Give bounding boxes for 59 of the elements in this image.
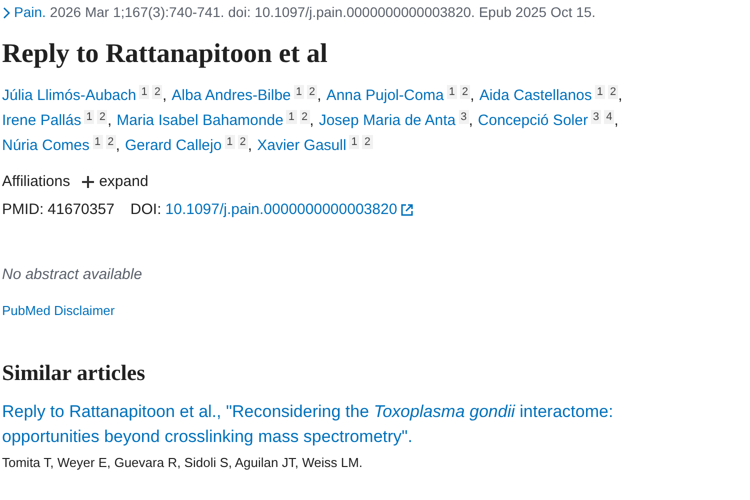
affiliation-number[interactable]: 1 bbox=[84, 110, 94, 124]
author-link[interactable]: Aida Castellanos bbox=[479, 83, 592, 108]
affiliation-number[interactable]: 3 bbox=[458, 110, 469, 124]
author-link[interactable]: Concepció Soler bbox=[478, 108, 588, 133]
comma: , bbox=[618, 86, 622, 106]
comma: , bbox=[470, 86, 474, 106]
affiliation-number[interactable]: 1 bbox=[349, 134, 360, 148]
plus-icon bbox=[82, 176, 94, 188]
doi-link[interactable]: 10.1097/j.pain.0000000000003820 bbox=[165, 198, 398, 222]
article-title: Reply to Rattanapitoon et al bbox=[2, 37, 328, 70]
author-link[interactable]: Júlia Llimós-Aubach bbox=[2, 83, 136, 108]
affiliation-number[interactable]: 4 bbox=[604, 110, 614, 124]
affiliation-number[interactable]: 2 bbox=[238, 134, 248, 148]
author-link[interactable]: Alba Andres-Bilbe bbox=[172, 83, 291, 108]
affiliation-number[interactable]: 2 bbox=[106, 134, 116, 148]
affiliation-number[interactable]: 2 bbox=[300, 110, 310, 124]
affiliation-number[interactable]: 1 bbox=[294, 84, 304, 98]
comma: , bbox=[614, 111, 618, 131]
external-link-icon bbox=[401, 204, 414, 216]
expand-toggle[interactable]: expand bbox=[82, 170, 148, 194]
chevron-right-icon bbox=[2, 6, 10, 18]
article-authors: Tomita T, Weyer E, Guevara R, Sidoli S, Aguilan JT, Weiss LM. bbox=[2, 454, 364, 472]
comma: , bbox=[310, 111, 314, 131]
affiliation-number[interactable]: 2 bbox=[608, 84, 618, 98]
comma: , bbox=[162, 86, 167, 106]
affiliation-number[interactable]: 2 bbox=[307, 84, 318, 98]
affiliation-number[interactable]: 1 bbox=[594, 84, 606, 98]
comma: , bbox=[317, 86, 322, 106]
affiliation-number[interactable]: 1 bbox=[139, 84, 150, 98]
pmid-value: 41670357 bbox=[48, 200, 114, 220]
affiliation-number[interactable]: 3 bbox=[590, 110, 602, 124]
author-link[interactable]: Núria Comes bbox=[2, 133, 90, 158]
affiliations-label: Affiliations bbox=[2, 172, 70, 192]
section-heading: Similar articles bbox=[2, 359, 146, 387]
author-link[interactable]: Maria Isabel Bahamonde bbox=[116, 108, 284, 133]
comma: , bbox=[107, 111, 112, 131]
affiliation-number[interactable]: 1 bbox=[446, 84, 458, 98]
affiliation-number[interactable]: 1 bbox=[286, 110, 297, 124]
affiliation-number[interactable]: 2 bbox=[97, 110, 108, 124]
author-link[interactable]: Josep Maria de Anta bbox=[318, 108, 456, 133]
no-abstract-text: No abstract available bbox=[2, 265, 144, 285]
affiliation-number[interactable]: 2 bbox=[152, 84, 162, 98]
author-link[interactable]: Gerard Callejo bbox=[124, 133, 222, 158]
author-link[interactable]: Irene Pallás bbox=[2, 108, 82, 133]
author-link[interactable]: Xavier Gasull bbox=[257, 133, 346, 158]
journal-link[interactable]: Pain. bbox=[14, 2, 46, 23]
affiliation-number[interactable]: 2 bbox=[460, 84, 470, 98]
comma: , bbox=[468, 111, 473, 131]
affiliation-number[interactable]: 2 bbox=[362, 134, 373, 148]
pmid-label: PMID: bbox=[2, 200, 44, 220]
comma: , bbox=[116, 136, 120, 156]
affiliation-number[interactable]: 1 bbox=[224, 134, 235, 148]
disclaimer-link[interactable]: PubMed Disclaimer bbox=[2, 300, 748, 320]
article-link[interactable]: Reply to Rattanapitoon et al., "Reconsidering the Toxoplasma gondii interactome: opportunities beyond crosslinking mass spectrometry". bbox=[2, 399, 692, 449]
doi-label: DOI: bbox=[130, 200, 162, 220]
citation-text: 2026 Mar 1;167(3):740-741. doi: 10.1097/j.pain.0000000000003820. Epub 2025 Oct 15. bbox=[50, 3, 596, 22]
affiliation-number[interactable]: 1 bbox=[92, 134, 103, 148]
comma: , bbox=[248, 136, 252, 156]
author-link[interactable]: Anna Pujol-Coma bbox=[326, 83, 444, 108]
